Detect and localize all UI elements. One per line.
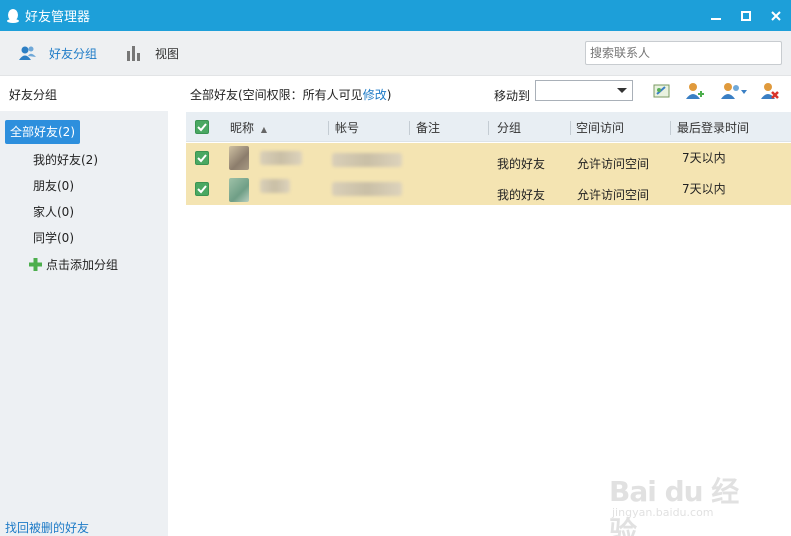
sidebar-heading: 好友分组: [0, 76, 168, 111]
avatar: [229, 178, 249, 202]
column-header-nickname[interactable]: 昵称 ▲: [230, 119, 267, 136]
space-access-cell: 允许访问空间: [577, 188, 650, 202]
column-divider: [409, 121, 410, 135]
sort-ascending-icon: ▲: [260, 125, 267, 134]
account-blurred: [332, 153, 402, 167]
watermark-text: Bai du 经验: [609, 475, 739, 536]
delete-friend-icon[interactable]: [760, 81, 780, 101]
close-icon: [771, 10, 781, 21]
baidu-watermark: Bai du 经验 jingyan.baidu.com: [603, 468, 763, 536]
permission-edit-link[interactable]: 修改: [363, 88, 387, 102]
permission-label: 全部好友(空间权限：所有人可见: [190, 88, 363, 102]
column-header-space-access[interactable]: 空间访问: [576, 119, 624, 136]
column-header-remark[interactable]: 备注: [416, 119, 440, 136]
column-header-group[interactable]: 分组: [497, 119, 521, 136]
close-button[interactable]: [761, 0, 791, 31]
space-access-cell: 允许访问空间: [577, 157, 650, 171]
toolbar: 好友分组 视图: [0, 31, 791, 76]
column-divider: [328, 121, 329, 135]
row-checkbox[interactable]: [195, 182, 209, 196]
add-group-label: 点击添加分组: [46, 258, 119, 272]
group-item-my-friends[interactable]: 我的好友(2): [33, 151, 98, 168]
last-login-cell: 7天以内: [682, 182, 726, 196]
space-permission-text: 全部好友(空间权限：所有人可见修改): [190, 86, 391, 103]
bar-chart-icon: [127, 46, 140, 61]
nickname-blurred: [260, 151, 302, 165]
avatar: [229, 146, 249, 170]
maximize-icon: [741, 10, 751, 21]
dropdown-arrow-icon: [617, 88, 627, 93]
permission-close: ): [386, 88, 392, 102]
column-header-account[interactable]: 帐号: [335, 119, 359, 136]
move-to-label: 移动到: [494, 89, 531, 103]
title-bar: 好友管理器: [0, 0, 791, 31]
group-cell: 我的好友: [497, 188, 546, 202]
friend-options-icon[interactable]: [720, 81, 748, 101]
window-title: 好友管理器: [25, 10, 91, 25]
sidebar: 好友分组 全部好友(2) 我的好友(2) 朋友(0) 家人(0) 同学(0) 点…: [0, 76, 168, 536]
group-item-all[interactable]: 全部好友(2): [5, 120, 80, 144]
edit-remark-icon[interactable]: [652, 81, 672, 101]
main-panel: 全部好友(空间权限：所有人可见修改) 移动到 昵称 ▲ 帐号 备注 分组 空间访…: [168, 76, 791, 536]
minimize-icon: [711, 17, 721, 20]
qq-penguin-icon: [7, 8, 19, 23]
search-input[interactable]: [585, 41, 782, 65]
last-login-cell: 7天以内: [682, 151, 726, 165]
friend-groups-label: 好友分组: [49, 46, 98, 61]
group-item-family[interactable]: 家人(0): [33, 203, 74, 220]
group-item-classmates[interactable]: 同学(0): [33, 229, 74, 246]
minimize-button[interactable]: [701, 0, 731, 31]
table-header: 昵称 ▲ 帐号 备注 分组 空间访问 最后登录时间: [186, 112, 791, 142]
checkmark-icon: [197, 123, 207, 132]
nickname-header-label: 昵称: [230, 121, 255, 135]
view-button[interactable]: 视图: [126, 43, 179, 63]
watermark-url: jingyan.baidu.com: [612, 506, 714, 519]
add-friend-icon[interactable]: [685, 81, 705, 101]
group-cell: 我的好友: [497, 157, 546, 171]
account-blurred: [332, 182, 402, 196]
column-divider: [488, 121, 489, 135]
maximize-button[interactable]: [731, 0, 761, 31]
add-group-button[interactable]: 点击添加分组: [29, 256, 118, 273]
restore-deleted-friends-link[interactable]: 找回被删的好友: [5, 519, 89, 536]
table-row[interactable]: 我的好友 允许访问空间 7天以内: [186, 143, 791, 174]
select-all-checkbox[interactable]: [195, 120, 209, 134]
column-header-last-login[interactable]: 最后登录时间: [677, 119, 749, 136]
checkmark-icon: [197, 154, 207, 163]
table-row[interactable]: 我的好友 允许访问空间 7天以内: [186, 174, 791, 205]
friends-icon: [19, 46, 36, 60]
nickname-blurred: [260, 179, 290, 193]
friend-groups-button[interactable]: 好友分组: [19, 43, 97, 63]
group-item-friends[interactable]: 朋友(0): [33, 177, 74, 194]
checkmark-icon: [197, 185, 207, 194]
column-divider: [570, 121, 571, 135]
column-divider: [670, 121, 671, 135]
row-checkbox[interactable]: [195, 151, 209, 165]
view-label: 视图: [155, 46, 180, 61]
move-to-select[interactable]: [535, 80, 633, 101]
plus-icon: [29, 258, 42, 271]
